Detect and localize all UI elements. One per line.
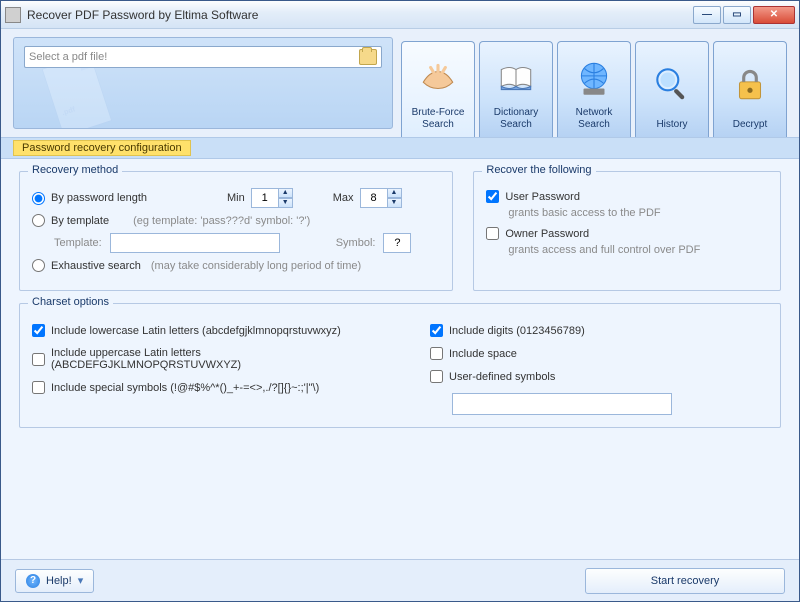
user-password-label: User Password [505, 191, 580, 203]
radio-exhaustive-label: Exhaustive search [51, 260, 141, 272]
template-input[interactable] [110, 233, 280, 253]
recovery-method-group: Recovery method By password length Min ▲… [19, 171, 453, 291]
help-button[interactable]: ? Help! ▾ [15, 569, 94, 593]
file-input-placeholder: Select a pdf file! [29, 51, 359, 63]
exhaustive-hint: (may take considerably long period of ti… [151, 260, 361, 272]
template-hint: (eg template: 'pass???d' symbol: '?') [133, 215, 310, 227]
start-recovery-button[interactable]: Start recovery [585, 568, 785, 594]
help-label: Help! [46, 575, 72, 587]
user-password-hint: grants basic access to the PDF [508, 207, 768, 219]
owner-password-label: Owner Password [505, 228, 589, 240]
minimize-button[interactable]: — [693, 6, 721, 24]
radio-by-length[interactable] [32, 192, 45, 205]
owner-password-hint: grants access and full control over PDF [508, 244, 768, 256]
checkbox-space[interactable] [430, 347, 443, 360]
group-legend: Recover the following [482, 164, 595, 176]
app-icon [5, 7, 21, 23]
min-input[interactable] [251, 188, 279, 208]
window-controls: — ▭ ✕ [693, 6, 795, 24]
checkbox-digits[interactable] [430, 324, 443, 337]
magnifier-icon [651, 48, 693, 119]
space-label: Include space [449, 348, 517, 360]
checkbox-special[interactable] [32, 381, 45, 394]
recover-following-group: Recover the following User Password gran… [473, 171, 781, 291]
padlock-icon [729, 48, 771, 119]
close-button[interactable]: ✕ [753, 6, 795, 24]
group-legend: Charset options [28, 296, 113, 308]
template-fields-row: Template: Symbol: [54, 233, 440, 253]
tab-brute-force[interactable]: Brute-Force Search [401, 41, 475, 137]
config-bar-label: Password recovery configuration [13, 140, 191, 156]
file-picker-panel: .pdf Select a pdf file! [13, 37, 393, 129]
template-label: Template: [54, 237, 102, 249]
checkbox-uppercase[interactable] [32, 353, 45, 366]
special-label: Include special symbols (!@#$%^*()_+-=<>… [51, 382, 319, 394]
digits-label: Include digits (0123456789) [449, 325, 585, 337]
radio-exhaustive[interactable] [32, 259, 45, 272]
radio-by-length-row: By password length Min ▲▼ Max ▲▼ [32, 188, 440, 208]
tab-decrypt[interactable]: Decrypt [713, 41, 787, 137]
symbol-label: Symbol: [336, 237, 376, 249]
radio-by-template-label: By template [51, 215, 109, 227]
tab-label: Dictionary Search [482, 107, 550, 131]
book-icon [495, 48, 537, 107]
max-spinner[interactable]: ▲▼ [360, 188, 402, 208]
spin-up-icon[interactable]: ▲ [388, 188, 402, 198]
help-icon: ? [26, 574, 40, 588]
top-area: .pdf Select a pdf file! Brute-Force Sear… [1, 29, 799, 137]
tab-label: Brute-Force Search [404, 107, 472, 131]
checkbox-user-defined[interactable] [430, 370, 443, 383]
charset-group: Charset options Include lowercase Latin … [19, 303, 781, 428]
tab-label: Decrypt [733, 119, 767, 131]
spin-up-icon[interactable]: ▲ [279, 188, 293, 198]
max-label: Max [333, 192, 354, 204]
checkbox-lowercase[interactable] [32, 324, 45, 337]
checkbox-user-password[interactable] [486, 190, 499, 203]
file-input[interactable]: Select a pdf file! [24, 46, 382, 68]
user-defined-label: User-defined symbols [449, 371, 555, 383]
radio-by-template[interactable] [32, 214, 45, 227]
tab-label: History [656, 119, 687, 131]
config-bar: Password recovery configuration [1, 137, 799, 159]
radio-by-template-row: By template (eg template: 'pass???d' sym… [32, 214, 440, 227]
checkbox-owner-password[interactable] [486, 227, 499, 240]
group-legend: Recovery method [28, 164, 122, 176]
max-input[interactable] [360, 188, 388, 208]
handshake-icon [417, 48, 459, 107]
tab-dictionary[interactable]: Dictionary Search [479, 41, 553, 137]
radio-exhaustive-row: Exhaustive search (may take considerably… [32, 259, 440, 272]
browse-folder-icon[interactable] [359, 49, 377, 65]
tab-history[interactable]: History [635, 41, 709, 137]
tab-label: Network Search [560, 107, 628, 131]
globe-icon [573, 48, 615, 107]
maximize-button[interactable]: ▭ [723, 6, 751, 24]
footer: ? Help! ▾ Start recovery [1, 559, 799, 601]
titlebar: Recover PDF Password by Eltima Software … [1, 1, 799, 29]
uppercase-label: Include uppercase Latin letters (ABCDEFG… [51, 347, 370, 371]
min-spinner[interactable]: ▲▼ [251, 188, 293, 208]
symbol-input[interactable] [383, 233, 411, 253]
spin-down-icon[interactable]: ▼ [279, 198, 293, 208]
dropdown-icon: ▾ [78, 574, 84, 587]
app-window: Recover PDF Password by Eltima Software … [0, 0, 800, 602]
radio-by-length-label: By password length [51, 192, 191, 204]
content-area: Recovery method By password length Min ▲… [1, 159, 799, 559]
main-tabs: Brute-Force Search Dictionary Search Net… [401, 41, 787, 137]
tab-network[interactable]: Network Search [557, 41, 631, 137]
window-title: Recover PDF Password by Eltima Software [27, 8, 693, 22]
lowercase-label: Include lowercase Latin letters (abcdefg… [51, 325, 341, 337]
min-label: Min [227, 192, 245, 204]
user-defined-input[interactable] [452, 393, 672, 415]
spin-down-icon[interactable]: ▼ [388, 198, 402, 208]
